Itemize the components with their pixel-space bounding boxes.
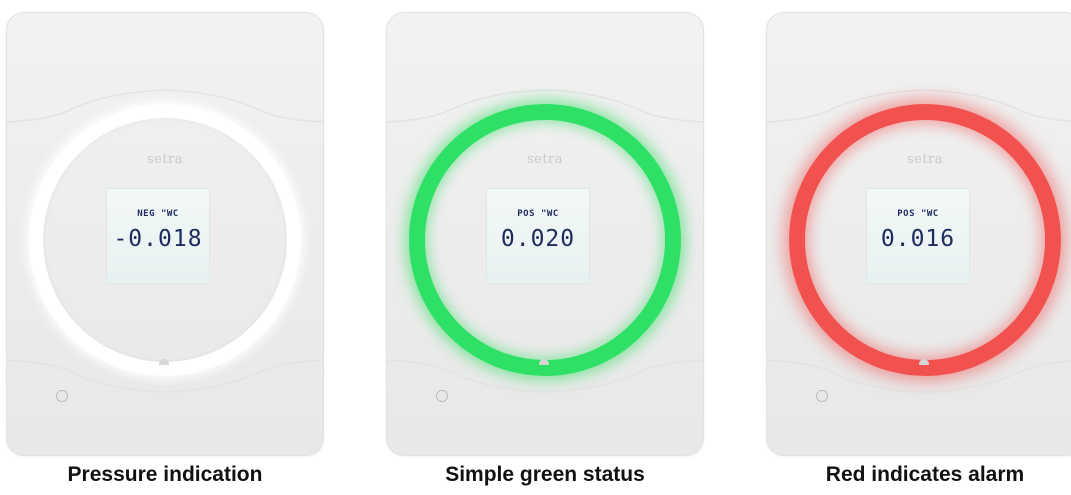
brand-logo: setra [526, 152, 564, 167]
sensor-dots-icon [816, 390, 828, 402]
pressure-unit: "WC [920, 209, 939, 219]
pressure-monitor-device: setra POS "WC 0.016 [766, 12, 1071, 456]
brand-logo: setra [906, 152, 944, 167]
pressure-unit: "WC [540, 209, 559, 219]
pressure-direction-label: NEG "WC [106, 209, 210, 219]
panel-caption: Pressure indication [67, 463, 263, 486]
panel-caption: Red indicates alarm [825, 463, 1025, 486]
device-panel-green: setra POS "WC 0.020 Simple green status [386, 0, 716, 495]
brand-logo: setra [146, 152, 184, 167]
pressure-unit: "WC [160, 209, 179, 219]
pressure-direction-label: POS "WC [866, 209, 970, 219]
pressure-sign: POS [897, 209, 916, 219]
device-panel-pressure: setra NEG "WC -0.018 Pressure indication [6, 0, 336, 495]
lcd-display: NEG "WC -0.018 [106, 188, 210, 284]
pressure-value: -0.018 [113, 226, 203, 252]
pressure-sign: POS [517, 209, 536, 219]
ring-notch [919, 359, 929, 365]
sensor-dots-icon [56, 390, 68, 402]
lcd-display: POS "WC 0.016 [866, 188, 970, 284]
panel-caption: Simple green status [445, 463, 645, 486]
pressure-value: 0.020 [500, 226, 576, 252]
device-panel-red: setra POS "WC 0.016 Red indicates alarm [766, 0, 1071, 495]
pressure-value: 0.016 [880, 226, 956, 252]
pressure-monitor-device: setra NEG "WC -0.018 [6, 12, 324, 456]
ring-notch [539, 359, 549, 365]
lcd-display: POS "WC 0.020 [486, 188, 590, 284]
ring-notch [159, 359, 169, 365]
sensor-dots-icon [436, 390, 448, 402]
pressure-direction-label: POS "WC [486, 209, 590, 219]
pressure-sign: NEG [137, 209, 156, 219]
pressure-monitor-device: setra POS "WC 0.020 [386, 12, 704, 456]
